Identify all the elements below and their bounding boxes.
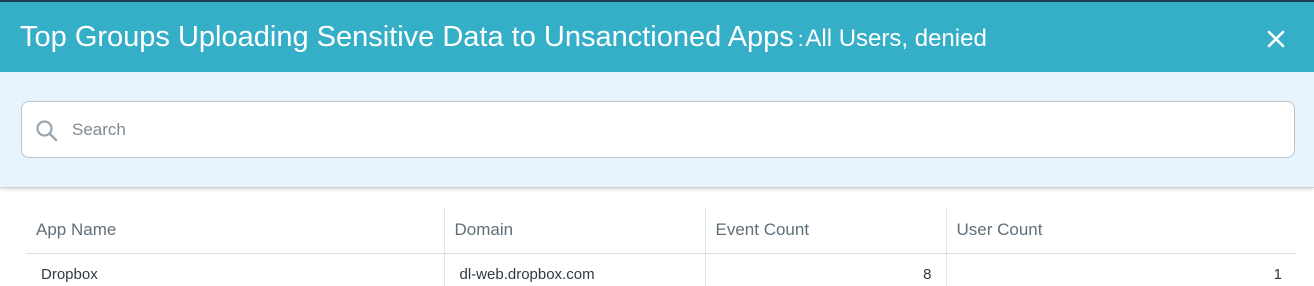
close-button[interactable] [1263, 26, 1289, 52]
column-header-event-count[interactable]: Event Count [704, 208, 946, 254]
column-header-domain[interactable]: Domain [443, 208, 705, 254]
dialog-title: Top Groups Uploading Sensitive Data to U… [20, 21, 794, 53]
column-header-app-name[interactable]: App Name [26, 208, 444, 254]
search-input[interactable] [72, 112, 1272, 148]
column-header-user-count[interactable]: User Count [945, 208, 1296, 254]
table-header-row: App Name Domain Event Count User Count [26, 208, 1296, 254]
search-icon [34, 118, 60, 144]
table-row[interactable]: Dropbox dl-web.dropbox.com 8 1 [26, 253, 1296, 286]
close-icon [1267, 30, 1285, 48]
dialog-header: Top Groups Uploading Sensitive Data to U… [0, 2, 1314, 72]
title-separator: : [797, 29, 804, 51]
dialog-title-group: Top Groups Uploading Sensitive Data to U… [20, 20, 987, 57]
dialog-subtitle: All Users, denied [805, 25, 987, 52]
results-table: App Name Domain Event Count User Count D… [26, 208, 1296, 286]
cell-event-count: 8 [704, 253, 946, 286]
cell-domain: dl-web.dropbox.com [443, 253, 705, 286]
filter-panel [0, 72, 1314, 188]
search-box[interactable] [21, 101, 1295, 158]
cell-app-name: Dropbox [41, 265, 98, 283]
cell-user-count: 1 [945, 253, 1296, 286]
